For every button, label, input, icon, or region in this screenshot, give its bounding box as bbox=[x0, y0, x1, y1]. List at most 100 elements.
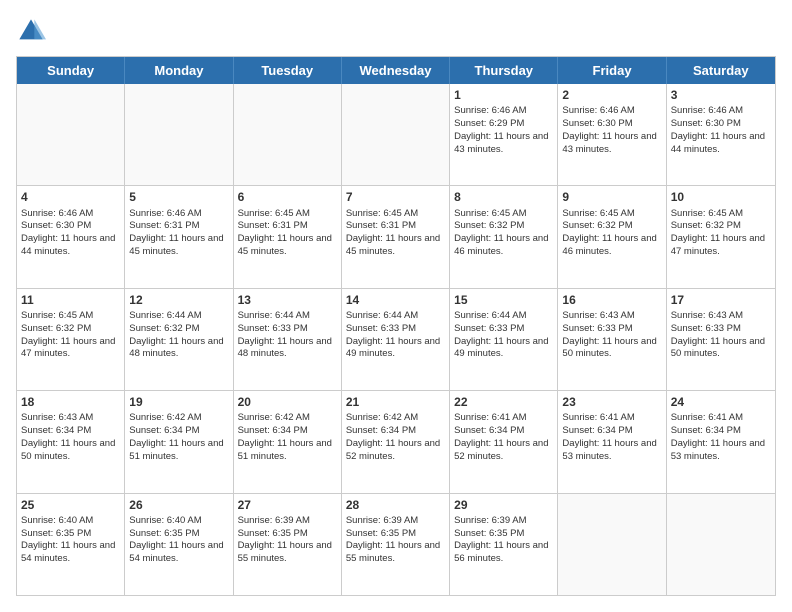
header-day-wednesday: Wednesday bbox=[342, 57, 450, 84]
day-info: Sunrise: 6:45 AM Sunset: 6:32 PM Dayligh… bbox=[454, 208, 551, 257]
calendar-header-row: SundayMondayTuesdayWednesdayThursdayFrid… bbox=[17, 57, 775, 84]
day-info: Sunrise: 6:45 AM Sunset: 6:31 PM Dayligh… bbox=[238, 208, 335, 257]
day-number: 28 bbox=[346, 497, 445, 513]
day-number: 1 bbox=[454, 87, 553, 103]
day-info: Sunrise: 6:43 AM Sunset: 6:34 PM Dayligh… bbox=[21, 412, 118, 461]
day-info: Sunrise: 6:46 AM Sunset: 6:29 PM Dayligh… bbox=[454, 105, 551, 154]
day-cell-9: 9 Sunrise: 6:45 AM Sunset: 6:32 PM Daylig… bbox=[558, 186, 666, 287]
day-cell-18: 18 Sunrise: 6:43 AM Sunset: 6:34 PM Dayli… bbox=[17, 391, 125, 492]
day-cell-10: 10 Sunrise: 6:45 AM Sunset: 6:32 PM Dayli… bbox=[667, 186, 775, 287]
week-row-1: 1 Sunrise: 6:46 AM Sunset: 6:29 PM Daylig… bbox=[17, 84, 775, 186]
header-day-friday: Friday bbox=[558, 57, 666, 84]
empty-cell bbox=[342, 84, 450, 185]
day-info: Sunrise: 6:42 AM Sunset: 6:34 PM Dayligh… bbox=[238, 412, 335, 461]
header-day-tuesday: Tuesday bbox=[234, 57, 342, 84]
day-number: 18 bbox=[21, 394, 120, 410]
day-cell-27: 27 Sunrise: 6:39 AM Sunset: 6:35 PM Dayli… bbox=[234, 494, 342, 595]
empty-cell bbox=[558, 494, 666, 595]
day-info: Sunrise: 6:39 AM Sunset: 6:35 PM Dayligh… bbox=[238, 515, 335, 564]
day-cell-7: 7 Sunrise: 6:45 AM Sunset: 6:31 PM Daylig… bbox=[342, 186, 450, 287]
day-number: 7 bbox=[346, 189, 445, 205]
calendar: SundayMondayTuesdayWednesdayThursdayFrid… bbox=[16, 56, 776, 596]
day-number: 27 bbox=[238, 497, 337, 513]
header bbox=[16, 16, 776, 46]
header-day-sunday: Sunday bbox=[17, 57, 125, 84]
day-info: Sunrise: 6:41 AM Sunset: 6:34 PM Dayligh… bbox=[454, 412, 551, 461]
day-number: 14 bbox=[346, 292, 445, 308]
day-cell-3: 3Sunrise: 6:46 AM Sunset: 6:30 PM Daylig… bbox=[667, 84, 775, 185]
day-info: Sunrise: 6:41 AM Sunset: 6:34 PM Dayligh… bbox=[671, 412, 768, 461]
day-number: 5 bbox=[129, 189, 228, 205]
day-info: Sunrise: 6:44 AM Sunset: 6:32 PM Dayligh… bbox=[129, 310, 226, 359]
day-info: Sunrise: 6:41 AM Sunset: 6:34 PM Dayligh… bbox=[562, 412, 659, 461]
day-cell-25: 25 Sunrise: 6:40 AM Sunset: 6:35 PM Dayli… bbox=[17, 494, 125, 595]
day-cell-8: 8 Sunrise: 6:45 AM Sunset: 6:32 PM Daylig… bbox=[450, 186, 558, 287]
day-number: 4 bbox=[21, 189, 120, 205]
calendar-body: 1 Sunrise: 6:46 AM Sunset: 6:29 PM Daylig… bbox=[17, 84, 775, 595]
day-info: Sunrise: 6:46 AM Sunset: 6:30 PM Dayligh… bbox=[562, 105, 659, 154]
day-number: 26 bbox=[129, 497, 228, 513]
week-row-2: 4 Sunrise: 6:46 AM Sunset: 6:30 PM Daylig… bbox=[17, 186, 775, 288]
day-info: Sunrise: 6:44 AM Sunset: 6:33 PM Dayligh… bbox=[454, 310, 551, 359]
empty-cell bbox=[667, 494, 775, 595]
day-cell-26: 26 Sunrise: 6:40 AM Sunset: 6:35 PM Dayli… bbox=[125, 494, 233, 595]
day-info: Sunrise: 6:39 AM Sunset: 6:35 PM Dayligh… bbox=[346, 515, 443, 564]
empty-cell bbox=[17, 84, 125, 185]
day-cell-19: 19 Sunrise: 6:42 AM Sunset: 6:34 PM Dayli… bbox=[125, 391, 233, 492]
day-number: 22 bbox=[454, 394, 553, 410]
week-row-3: 11 Sunrise: 6:45 AM Sunset: 6:32 PM Dayli… bbox=[17, 289, 775, 391]
day-info: Sunrise: 6:45 AM Sunset: 6:32 PM Dayligh… bbox=[562, 208, 659, 257]
day-cell-11: 11 Sunrise: 6:45 AM Sunset: 6:32 PM Dayli… bbox=[17, 289, 125, 390]
day-info: Sunrise: 6:42 AM Sunset: 6:34 PM Dayligh… bbox=[129, 412, 226, 461]
day-cell-2: 2Sunrise: 6:46 AM Sunset: 6:30 PM Daylig… bbox=[558, 84, 666, 185]
day-cell-1: 1 Sunrise: 6:46 AM Sunset: 6:29 PM Daylig… bbox=[450, 84, 558, 185]
day-number: 23 bbox=[562, 394, 661, 410]
day-cell-15: 15Sunrise: 6:44 AM Sunset: 6:33 PM Dayli… bbox=[450, 289, 558, 390]
day-info: Sunrise: 6:40 AM Sunset: 6:35 PM Dayligh… bbox=[21, 515, 118, 564]
header-day-saturday: Saturday bbox=[667, 57, 775, 84]
day-number: 12 bbox=[129, 292, 228, 308]
day-cell-23: 23 Sunrise: 6:41 AM Sunset: 6:34 PM Dayli… bbox=[558, 391, 666, 492]
day-cell-24: 24 Sunrise: 6:41 AM Sunset: 6:34 PM Dayli… bbox=[667, 391, 775, 492]
day-info: Sunrise: 6:46 AM Sunset: 6:30 PM Dayligh… bbox=[21, 208, 118, 257]
day-info: Sunrise: 6:46 AM Sunset: 6:31 PM Dayligh… bbox=[129, 208, 226, 257]
day-number: 21 bbox=[346, 394, 445, 410]
day-cell-6: 6 Sunrise: 6:45 AM Sunset: 6:31 PM Daylig… bbox=[234, 186, 342, 287]
day-number: 19 bbox=[129, 394, 228, 410]
day-cell-4: 4 Sunrise: 6:46 AM Sunset: 6:30 PM Daylig… bbox=[17, 186, 125, 287]
day-cell-16: 16 Sunrise: 6:43 AM Sunset: 6:33 PM Dayli… bbox=[558, 289, 666, 390]
day-info: Sunrise: 6:40 AM Sunset: 6:35 PM Dayligh… bbox=[129, 515, 226, 564]
day-cell-14: 14 Sunrise: 6:44 AM Sunset: 6:33 PM Dayli… bbox=[342, 289, 450, 390]
day-cell-20: 20Sunrise: 6:42 AM Sunset: 6:34 PM Dayli… bbox=[234, 391, 342, 492]
day-cell-13: 13Sunrise: 6:44 AM Sunset: 6:33 PM Dayli… bbox=[234, 289, 342, 390]
day-info: Sunrise: 6:39 AM Sunset: 6:35 PM Dayligh… bbox=[454, 515, 551, 564]
day-number: 10 bbox=[671, 189, 771, 205]
day-info: Sunrise: 6:45 AM Sunset: 6:31 PM Dayligh… bbox=[346, 208, 443, 257]
day-number: 3 bbox=[671, 87, 771, 103]
day-info: Sunrise: 6:44 AM Sunset: 6:33 PM Dayligh… bbox=[346, 310, 443, 359]
logo bbox=[16, 16, 50, 46]
day-number: 24 bbox=[671, 394, 771, 410]
day-number: 17 bbox=[671, 292, 771, 308]
week-row-4: 18 Sunrise: 6:43 AM Sunset: 6:34 PM Dayli… bbox=[17, 391, 775, 493]
day-info: Sunrise: 6:43 AM Sunset: 6:33 PM Dayligh… bbox=[562, 310, 659, 359]
day-cell-5: 5 Sunrise: 6:46 AM Sunset: 6:31 PM Daylig… bbox=[125, 186, 233, 287]
day-cell-22: 22 Sunrise: 6:41 AM Sunset: 6:34 PM Dayli… bbox=[450, 391, 558, 492]
day-info: Sunrise: 6:42 AM Sunset: 6:34 PM Dayligh… bbox=[346, 412, 443, 461]
day-number: 9 bbox=[562, 189, 661, 205]
day-number: 8 bbox=[454, 189, 553, 205]
day-number: 25 bbox=[21, 497, 120, 513]
day-number: 6 bbox=[238, 189, 337, 205]
day-info: Sunrise: 6:45 AM Sunset: 6:32 PM Dayligh… bbox=[671, 208, 768, 257]
empty-cell bbox=[234, 84, 342, 185]
day-number: 16 bbox=[562, 292, 661, 308]
day-number: 11 bbox=[21, 292, 120, 308]
page: SundayMondayTuesdayWednesdayThursdayFrid… bbox=[0, 0, 792, 612]
day-cell-29: 29Sunrise: 6:39 AM Sunset: 6:35 PM Dayli… bbox=[450, 494, 558, 595]
day-info: Sunrise: 6:45 AM Sunset: 6:32 PM Dayligh… bbox=[21, 310, 118, 359]
day-number: 13 bbox=[238, 292, 337, 308]
day-cell-17: 17Sunrise: 6:43 AM Sunset: 6:33 PM Dayli… bbox=[667, 289, 775, 390]
header-day-monday: Monday bbox=[125, 57, 233, 84]
day-cell-21: 21 Sunrise: 6:42 AM Sunset: 6:34 PM Dayli… bbox=[342, 391, 450, 492]
empty-cell bbox=[125, 84, 233, 185]
